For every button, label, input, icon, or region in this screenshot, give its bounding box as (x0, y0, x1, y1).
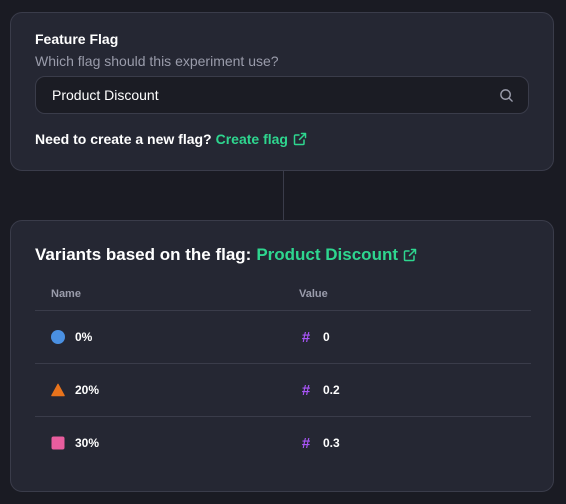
external-link-icon[interactable] (293, 132, 307, 146)
search-icon[interactable] (498, 87, 514, 103)
variants-card: Variants based on the flag: Product Disc… (10, 220, 554, 492)
hash-icon: # (301, 328, 311, 346)
table-row: 20% # 0.2 (35, 364, 531, 417)
feature-flag-card: Feature Flag Which flag should this expe… (10, 12, 554, 171)
variant-name: 20% (75, 383, 100, 397)
variants-title: Variants based on the flag: Product Disc… (35, 245, 417, 265)
table-row: 0% # 0 (35, 311, 531, 364)
external-link-icon[interactable] (403, 248, 417, 262)
create-flag-row: Need to create a new flag? Create flag (35, 131, 307, 147)
variant-value: 0 (323, 330, 330, 344)
variant-value: 0.3 (323, 436, 340, 450)
create-flag-link[interactable]: Create flag (216, 131, 307, 147)
flag-search-input[interactable]: Product Discount (35, 76, 529, 114)
column-header-value: Value (299, 287, 328, 300)
variant-name: 0% (75, 330, 93, 344)
feature-flag-help: Which flag should this experiment use? (35, 53, 279, 69)
flag-name-label[interactable]: Product Discount (256, 245, 398, 265)
variants-table: Name Value 0% # 0 20% # 0.2 30% # 0.3 (35, 277, 531, 469)
create-flag-link-label[interactable]: Create flag (216, 131, 288, 147)
variant-value: 0.2 (323, 383, 340, 397)
hash-icon: # (301, 434, 311, 452)
flag-name-link[interactable]: Product Discount (256, 245, 417, 265)
hash-icon: # (301, 381, 311, 399)
table-row: 30% # 0.3 (35, 417, 531, 469)
flag-search-value[interactable]: Product Discount (52, 87, 498, 103)
variant-name: 30% (75, 436, 100, 450)
create-flag-prompt: Need to create a new flag? (35, 131, 212, 147)
triangle-icon (51, 383, 65, 397)
column-header-name: Name (51, 287, 81, 300)
feature-flag-label: Feature Flag (35, 31, 119, 47)
table-header: Name Value (35, 277, 531, 311)
variants-title-prefix: Variants based on the flag: (35, 245, 252, 264)
card-connector (283, 171, 284, 220)
square-icon (51, 436, 65, 450)
circle-icon (51, 330, 65, 344)
